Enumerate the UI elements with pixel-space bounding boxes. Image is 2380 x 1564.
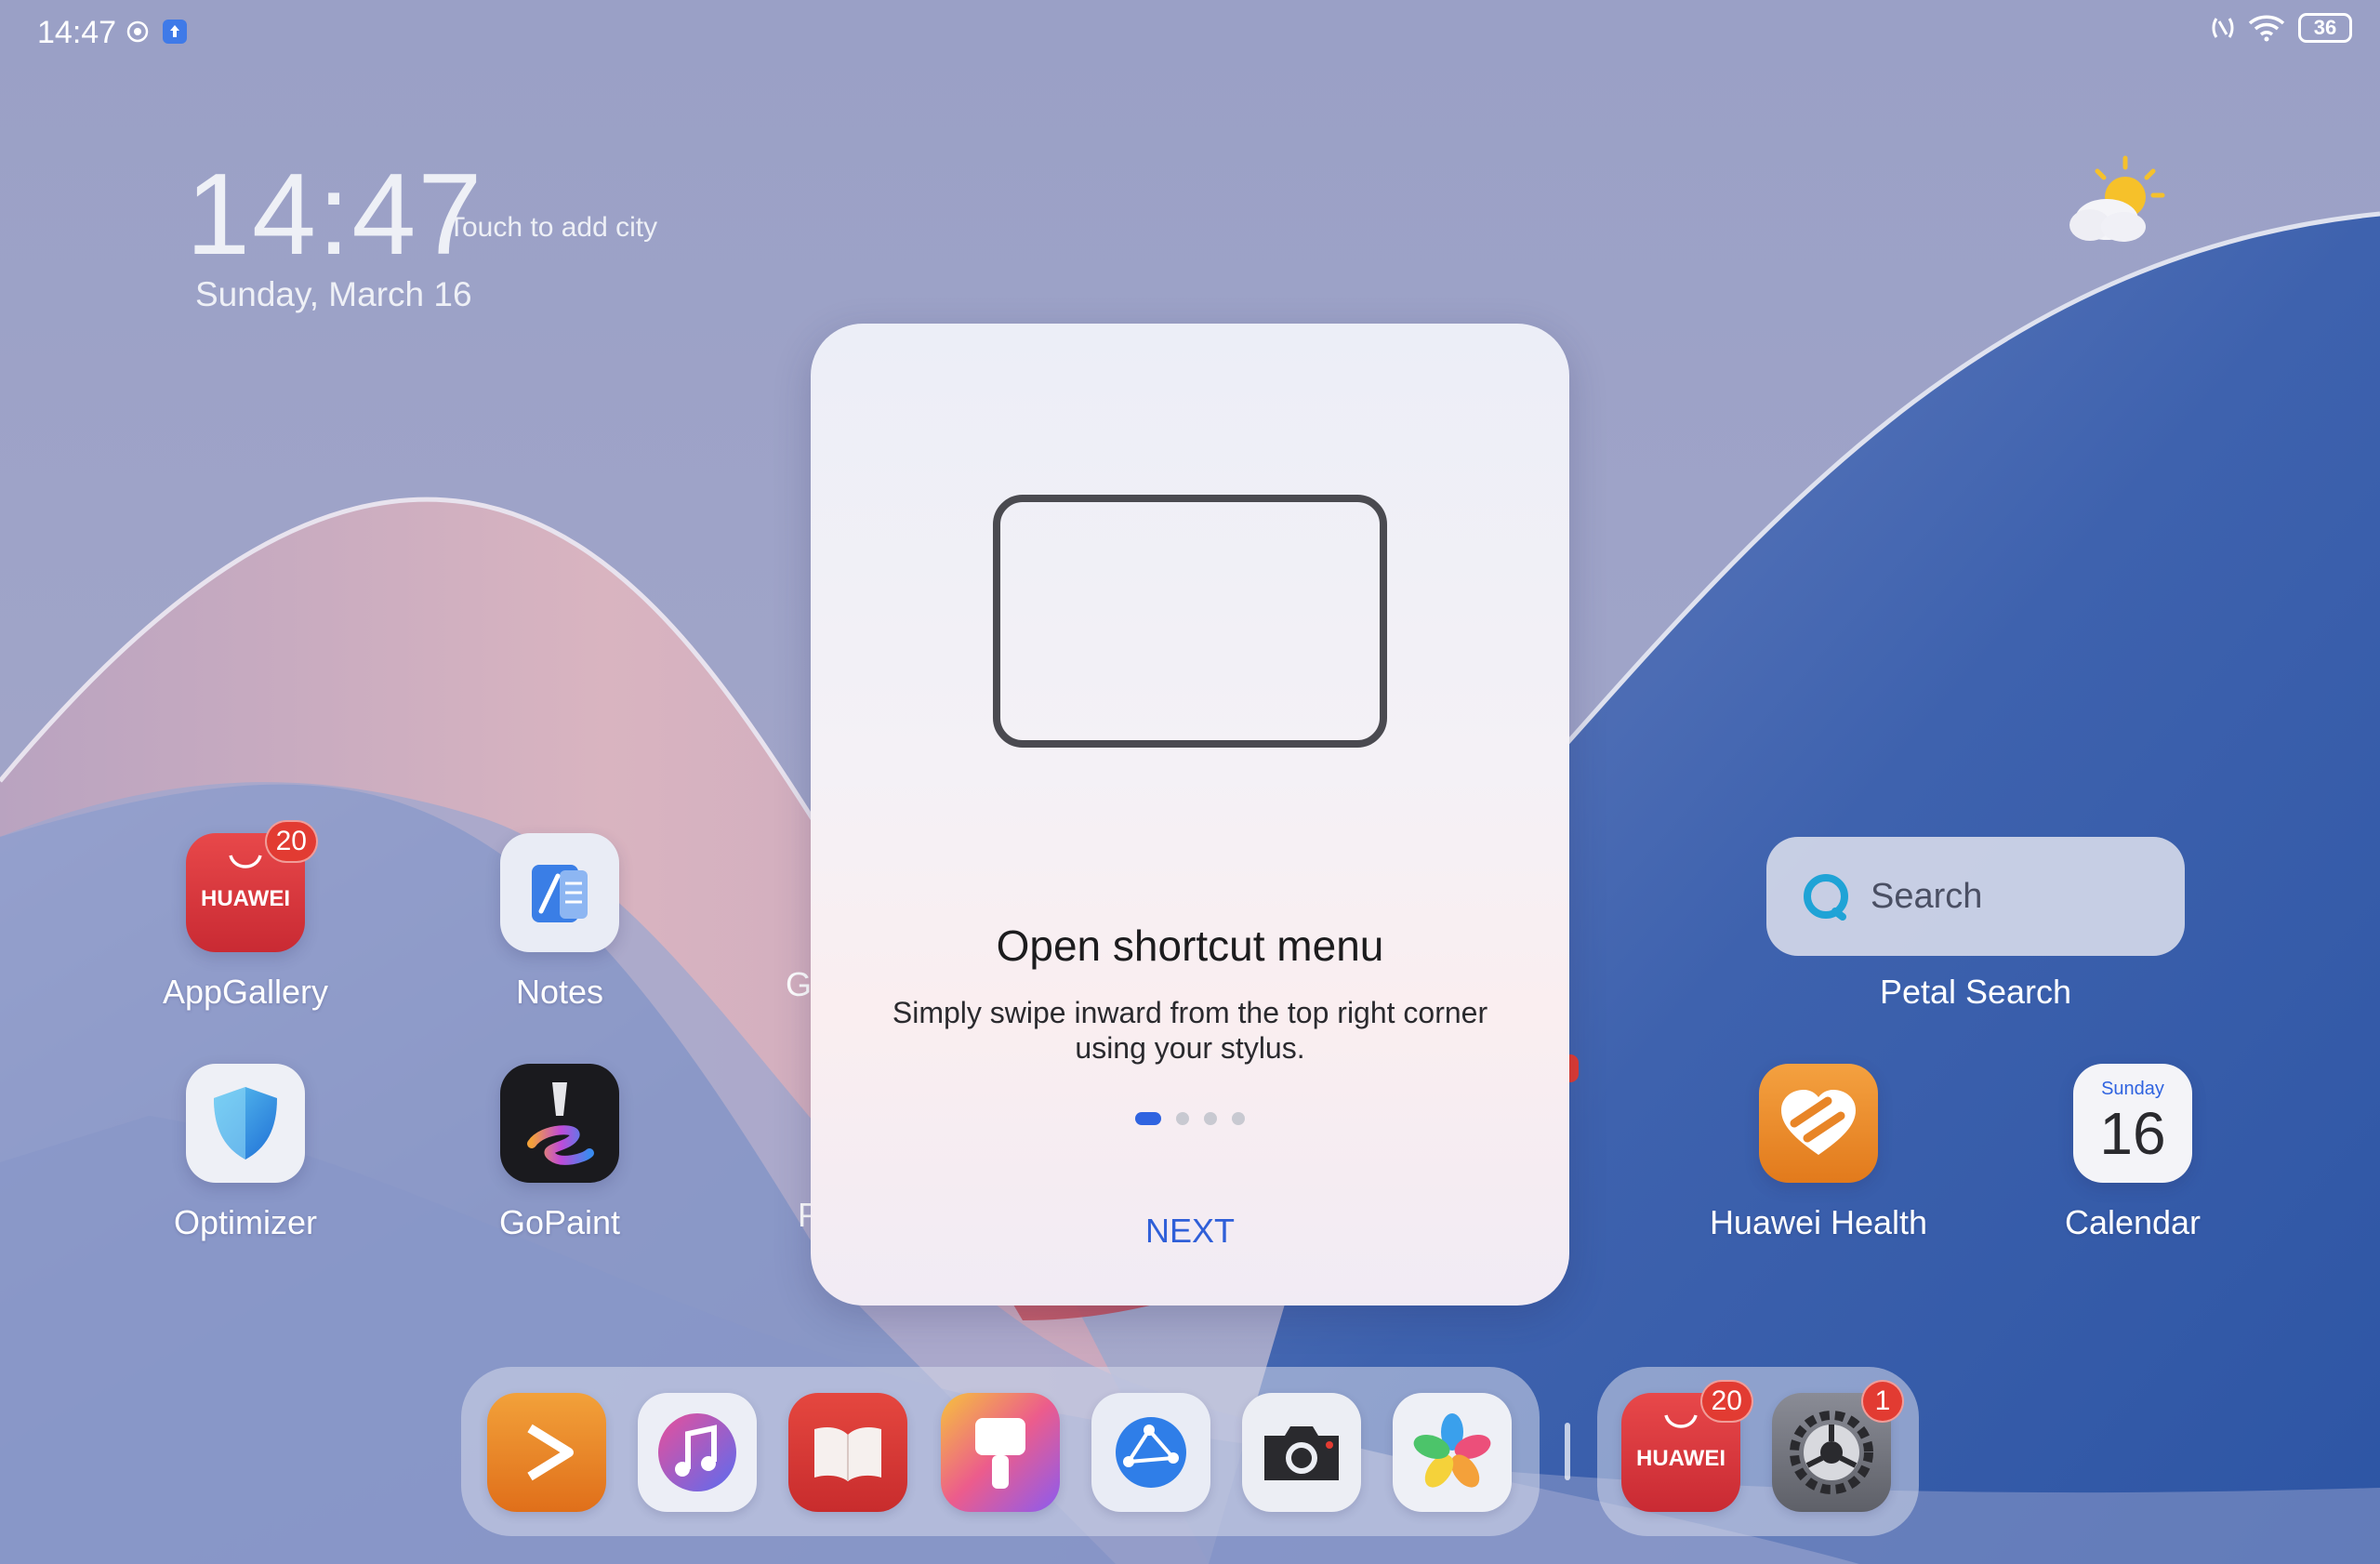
themes-app-icon[interactable] [941,1393,1060,1512]
app-calendar[interactable]: Sunday 16 Calendar [1993,1064,2272,1242]
appgallery-icon: HUAWEI 20 [186,820,318,952]
app-optimizer[interactable]: Optimizer [106,1064,385,1242]
partial-app-label: G [786,965,813,1003]
tablet-outline-illustration [993,495,1387,748]
partly-sunny-icon[interactable] [2064,154,2175,247]
video-app-icon[interactable] [487,1393,606,1512]
app-huawei-health[interactable]: Huawei Health [1679,1064,1958,1242]
clock-date: Sunday, March 16 [195,275,472,313]
notebook-pen-icon [532,865,588,922]
calendar-day: 16 [2099,1100,2166,1167]
bag-handle-icon [1664,1414,1698,1428]
dialog-body: Simply swipe inward from the top right c… [892,996,1488,1065]
books-app-icon[interactable] [788,1393,907,1512]
music-note-icon [658,1413,736,1491]
app-label: Notes [515,973,604,1011]
gallery-app-icon[interactable] [1393,1393,1512,1512]
nfc-icon [2212,18,2234,38]
app-gopaint[interactable]: GoPaint [420,1064,699,1242]
appgallery-badge: 20 [264,820,318,863]
browser-app-icon[interactable] [1091,1393,1210,1512]
upload-notification-icon [163,20,187,44]
calendar-icon: Sunday 16 [2073,1064,2192,1183]
status-right-icons: 36 [2211,13,2352,43]
app-label: Calendar [2064,1203,2202,1241]
gear-icon [1790,1411,1873,1494]
settings-app-icon[interactable]: 1 [1772,1380,1904,1512]
status-bar: 14:47 36 [0,0,2380,67]
app-notes[interactable]: Notes [420,833,699,1012]
petal-search-icon [1804,874,1848,921]
appgallery-brand: HUAWEI [201,886,290,911]
open-book-icon [814,1427,881,1481]
app-label: Optimizer [173,1203,318,1241]
shortcut-tutorial-dialog: Open shortcut menu Simply swipe inward f… [811,324,1569,1306]
bag-handle-icon [229,855,262,868]
search-placeholder: Search [1871,876,1983,916]
petal-search-widget[interactable]: Search [1766,837,2185,956]
add-city-hint[interactable]: Touch to add city [448,212,657,244]
page-dot [1232,1112,1245,1125]
recent-appgallery-brand: HUAWEI [1636,1446,1726,1471]
app-appgallery[interactable]: HUAWEI 20 AppGallery [106,820,385,1012]
assistant-icon [126,20,149,43]
heart-icon [1781,1090,1856,1155]
page-dot [1176,1112,1189,1125]
calendar-weekday: Sunday [2101,1079,2164,1099]
page-dot [1135,1112,1161,1125]
status-time: 14:47 [37,15,117,50]
gopaint-icon [500,1064,619,1183]
clock-time[interactable]: 14:47 [186,149,483,281]
notes-icon [500,833,619,952]
shield-icon [214,1087,277,1160]
dialog-title: Open shortcut menu [996,921,1384,970]
dock-divider [1565,1423,1570,1480]
page-dot [1204,1112,1217,1125]
page-indicator [811,1112,1569,1125]
petals-icon [1413,1413,1491,1488]
globe-network-icon [1116,1417,1186,1488]
battery-icon: 36 [2298,13,2352,43]
wifi-icon [2248,15,2285,42]
optimizer-icon [186,1064,305,1183]
app-label: GoPaint [498,1203,621,1241]
camera-icon [1264,1426,1339,1480]
status-left-icons [126,19,188,45]
app-label: AppGallery [162,973,329,1011]
recent-appgallery-icon[interactable]: HUAWEI 20 [1621,1380,1753,1512]
paintbrush-icon [975,1418,1025,1489]
play-icon [527,1424,574,1481]
next-button[interactable]: NEXT [1097,1203,1283,1259]
settings-badge: 1 [1861,1380,1904,1423]
brush-stroke-icon [527,1082,594,1165]
petal-search-label: Petal Search [1879,973,2072,1011]
huawei-health-icon [1759,1064,1878,1183]
recent-appgallery-badge: 20 [1699,1380,1753,1423]
app-label: Huawei Health [1709,1203,1928,1241]
camera-app-icon[interactable] [1242,1393,1361,1512]
music-app-icon[interactable] [638,1393,757,1512]
